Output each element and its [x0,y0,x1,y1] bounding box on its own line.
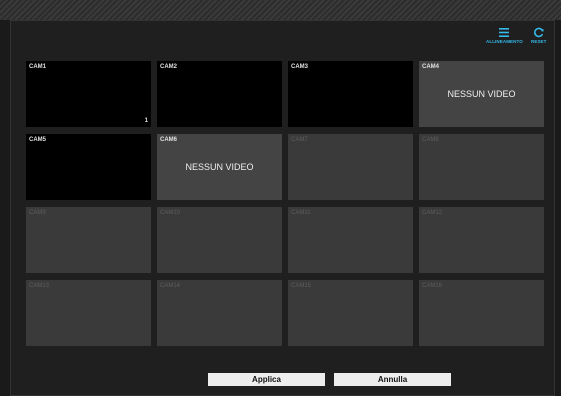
camera-tile-4[interactable]: CAM4 NESSUN VIDEO [419,61,544,127]
no-video-message: NESSUN VIDEO [447,89,516,99]
camera-tile-5[interactable]: CAM5 [26,134,151,200]
camera-tile-9[interactable]: CAM9 [26,207,151,273]
camera-tile-16[interactable]: CAM16 [419,280,544,346]
window-frame: ALLINEAMENTO RESET CAM1 1 CAM2 CAM3 CAM4 NESS… [0,0,561,396]
list-icon [498,27,510,38]
camera-tile-2[interactable]: CAM2 [157,61,282,127]
camera-label: CAM11 [291,210,311,216]
camera-layout-panel: ALLINEAMENTO RESET CAM1 1 CAM2 CAM3 CAM4 NESS… [10,20,555,396]
camera-label: CAM16 [422,283,443,289]
camera-tile-10[interactable]: CAM10 [157,207,282,273]
camera-label: CAM8 [422,137,439,143]
camera-tile-13[interactable]: CAM13 [26,280,151,346]
align-label: ALLINEAMENTO [486,39,523,44]
reset-label: RESET [531,39,547,44]
camera-tile-15[interactable]: CAM15 [288,280,413,346]
camera-tile-7[interactable]: CAM7 [288,134,413,200]
cancel-button[interactable]: Annulla [334,373,451,386]
camera-label: CAM12 [422,210,443,216]
no-video-message: NESSUN VIDEO [185,162,254,172]
camera-tile-14[interactable]: CAM14 [157,280,282,346]
camera-tile-8[interactable]: CAM8 [419,134,544,200]
camera-label: CAM13 [29,283,50,289]
reset-button[interactable]: RESET [531,27,547,44]
camera-label: CAM15 [291,283,312,289]
apply-button[interactable]: Applica [208,373,325,386]
camera-label: CAM6 [160,137,178,143]
title-strip [0,0,561,20]
refresh-icon [533,27,545,38]
camera-label: CAM7 [291,137,308,143]
camera-channel-number: 1 [144,118,148,124]
camera-tile-3[interactable]: CAM3 [288,61,413,127]
camera-label: CAM9 [29,210,46,216]
camera-grid: CAM1 1 CAM2 CAM3 CAM4 NESSUN VIDEO CAM5 CAM6 NES… [26,61,544,346]
camera-tile-11[interactable]: CAM11 [288,207,413,273]
camera-label: CAM3 [291,64,309,70]
align-button[interactable]: ALLINEAMENTO [486,27,523,44]
camera-label: CAM5 [29,137,47,143]
camera-label: CAM14 [160,283,181,289]
camera-label: CAM2 [160,64,178,70]
camera-label: CAM10 [160,210,181,216]
camera-tile-1[interactable]: CAM1 1 [26,61,151,127]
camera-label: CAM4 [422,64,440,70]
camera-label: CAM1 [29,64,47,70]
camera-tile-12[interactable]: CAM12 [419,207,544,273]
camera-tile-6[interactable]: CAM6 NESSUN VIDEO [157,134,282,200]
